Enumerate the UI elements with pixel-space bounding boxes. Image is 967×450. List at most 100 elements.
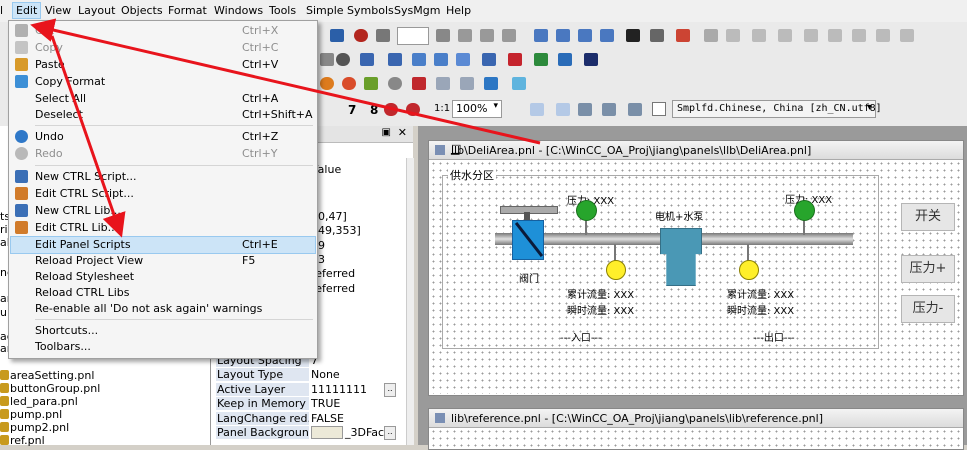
chart-object-icon[interactable] [534,53,548,66]
menu-item-edit-ctrl-script[interactable]: Edit CTRL Script... [11,186,315,202]
menu-edit[interactable]: Edit [12,2,42,19]
menu-file-partial[interactable]: l [0,4,3,17]
menu-item-select-all[interactable]: Select All Ctrl+A [11,91,315,107]
distribute-icon-3[interactable] [578,29,592,42]
menu-simple-symbols[interactable]: Simple Symbols [306,4,394,17]
tool-icon-2[interactable] [726,29,740,42]
layer-icon[interactable] [650,29,664,42]
property-row[interactable]: Keep in Memory TRUE [214,397,404,411]
panel-icon[interactable] [436,77,450,90]
zoom-in-icon[interactable] [384,103,398,116]
menu-objects[interactable]: Objects [121,4,163,17]
delete-layer-icon[interactable] [676,29,690,42]
resize-icon[interactable] [376,29,390,42]
language-select[interactable]: Smplfd.Chinese, China [zh_CN.utf8] ▾ [672,100,882,118]
more-button[interactable]: .. [384,383,396,397]
menu-format[interactable]: Format [168,4,207,17]
tool-icon-9[interactable] [900,29,914,42]
menu-item-copy[interactable]: Copy Ctrl+C [11,40,315,56]
align-icon-2[interactable] [458,29,472,42]
panel-canvas[interactable]: 供水分区 压力: XXX 压力: XXX 电机+水泵 阀门 累计流量: XXX … [430,160,961,394]
arrows-icon[interactable] [602,103,616,116]
checkbox[interactable] [652,102,666,116]
zoom-out-icon[interactable] [406,103,420,116]
menu-item-deselect[interactable]: Deselect Ctrl+Shift+A [11,107,315,123]
font-size-8-button[interactable]: 8 [370,103,378,117]
panel-canvas[interactable] [430,428,961,448]
distribute-icon[interactable] [534,29,548,42]
menu-item-reload-ctrl-libs[interactable]: Reload CTRL Libs [11,285,315,301]
color-picker-icon[interactable] [320,77,334,90]
pressure-up-button[interactable]: 压力+ [901,255,955,283]
tool-icon-7[interactable] [852,29,866,42]
tool-icon[interactable] [704,29,718,42]
align-icon-3[interactable] [480,29,494,42]
panel-icon-2[interactable] [460,77,474,90]
pressure-down-button[interactable]: 压力- [901,295,955,323]
font-size-7-button[interactable]: 7 [348,103,356,117]
menu-item-reenable-warnings[interactable]: Re-enable all 'Do not ask again' warning… [11,301,315,317]
align-icon[interactable] [436,29,450,42]
menu-item-cut[interactable]: Cut Ctrl+X [11,23,315,39]
tool-icon-6[interactable] [828,29,842,42]
more-button[interactable]: .. [384,426,396,440]
clock-object-icon[interactable] [360,53,374,66]
close-icon[interactable]: ✕ [398,126,407,139]
size-input[interactable] [397,27,429,45]
tab-object-icon[interactable] [456,53,470,66]
valve-body[interactable] [512,220,544,260]
hourglass-icon[interactable] [626,29,640,42]
property-row[interactable]: Panel Background _3DFace .. [214,426,404,440]
menu-item-copy-format[interactable]: Copy Format [11,74,315,90]
property-row[interactable]: LangChange red... FALSE [214,412,404,426]
frame-object-icon[interactable] [434,53,448,66]
tool-icon-4[interactable] [778,29,792,42]
menu-item-edit-panel-scripts[interactable]: Edit Panel Scripts Ctrl+E [10,236,316,254]
menu-layout[interactable]: Layout [78,4,115,17]
menu-help[interactable]: Help [446,4,471,17]
float-icon[interactable]: ▣ [382,127,391,138]
scissors-icon[interactable] [412,77,426,90]
clock-icon[interactable] [342,77,356,90]
menu-item-toolbars[interactable]: Toolbars... [11,339,315,355]
grid-icon[interactable] [330,29,344,42]
menu-item-edit-ctrl-lib[interactable]: Edit CTRL Lib... [11,220,315,236]
menu-item-redo[interactable]: Redo Ctrl+Y [11,146,315,162]
align-icon-4[interactable] [502,29,516,42]
switch-button[interactable]: 开关 [901,203,955,231]
cube-object-icon[interactable] [558,53,572,66]
text-object-icon[interactable] [388,53,402,66]
panel-icon-3[interactable] [484,77,498,90]
embed-object-icon[interactable] [482,53,496,66]
props-scrollbar[interactable] [406,158,414,445]
color-icon[interactable] [364,77,378,90]
zoom-select[interactable]: 100% ▾ [452,100,502,118]
tool-icon-3[interactable] [752,29,766,42]
flow-indicator-left[interactable] [606,260,626,280]
gear-icon[interactable] [388,77,402,90]
panel-title-bar[interactable]: llb\DeliArea.pnl - [C:\WinCC_OA_Proj\jia… [429,141,963,160]
ratio-button[interactable]: 1:1 [434,103,450,114]
trend-object-icon[interactable] [508,53,522,66]
menu-item-reload-stylesheet[interactable]: Reload Stylesheet [11,269,315,285]
snap-icon-2[interactable] [556,103,570,116]
tool-icon-5[interactable] [804,29,818,42]
pressure-indicator-right[interactable] [794,200,815,221]
arrows-icon-2[interactable] [628,103,642,116]
property-row[interactable]: Layout Type None [214,368,404,382]
tool-icon-8[interactable] [876,29,890,42]
menu-item-undo[interactable]: Undo Ctrl+Z [11,129,315,145]
menu-item-shortcuts[interactable]: Shortcuts... [11,323,315,339]
distribute-icon-2[interactable] [556,29,570,42]
menu-view[interactable]: View [45,4,71,17]
crosshair-icon[interactable] [578,103,592,116]
rotate-icon[interactable] [354,29,368,42]
property-row[interactable]: Active Layer 11111111 .. [214,383,404,397]
widget-object-icon[interactable] [584,53,598,66]
menu-item-reload-project-view[interactable]: Reload Project View F5 [11,253,315,269]
panel-title-bar[interactable]: lib\reference.pnl - [C:\WinCC_OA_Proj\ji… [429,409,963,428]
menu-windows[interactable]: Windows [214,4,263,17]
flow-indicator-right[interactable] [739,260,759,280]
maximize-icon[interactable]: □ [451,142,953,155]
menu-item-paste[interactable]: Paste Ctrl+V [11,57,315,73]
